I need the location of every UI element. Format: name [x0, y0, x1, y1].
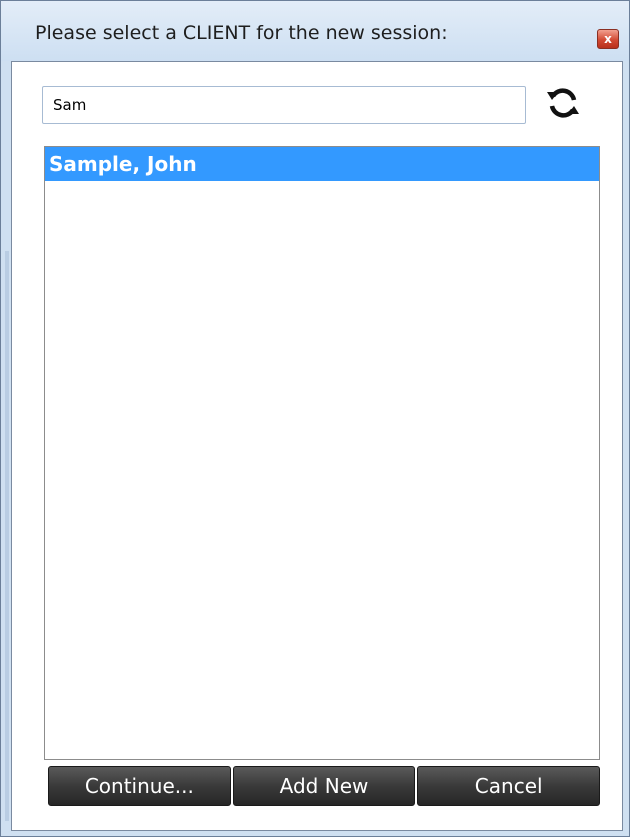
title-bar[interactable]: Please select a CLIENT for the new sessi…	[1, 1, 629, 61]
cancel-button[interactable]: Cancel	[417, 766, 601, 806]
client-select-dialog: Please select a CLIENT for the new sessi…	[0, 0, 630, 837]
client-list[interactable]: Sample, John	[44, 146, 600, 760]
dialog-content: Sample, John Continue... Add New Cancel	[11, 61, 623, 831]
add-new-button[interactable]: Add New	[232, 766, 416, 806]
window-border-accent	[5, 251, 9, 821]
action-buttons: Continue... Add New Cancel	[48, 766, 601, 806]
client-search-input[interactable]	[42, 86, 526, 124]
client-name: Sample, John	[49, 152, 197, 176]
list-item[interactable]: Sample, John	[45, 147, 599, 181]
continue-button[interactable]: Continue...	[48, 766, 231, 806]
close-icon: x	[604, 32, 612, 46]
close-button[interactable]: x	[597, 29, 619, 49]
refresh-button[interactable]	[542, 82, 584, 124]
refresh-icon	[547, 88, 579, 118]
dialog-title: Please select a CLIENT for the new sessi…	[35, 22, 448, 44]
